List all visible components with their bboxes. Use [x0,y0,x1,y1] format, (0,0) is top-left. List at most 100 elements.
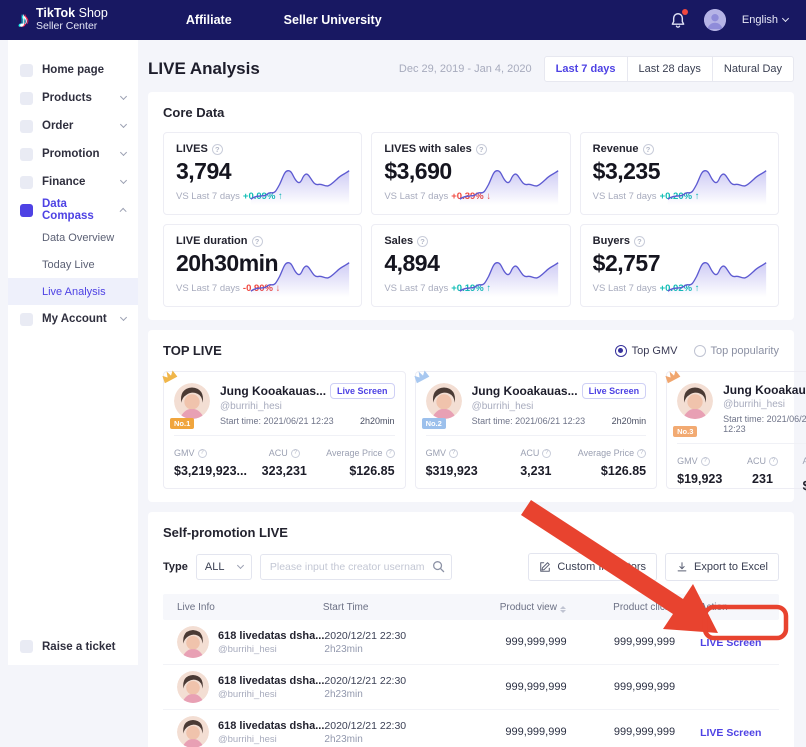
start-time: Start time: 2021/06/21 12:23 [220,416,334,426]
top-nav: Affiliate Seller University [186,13,382,27]
top-live-panel: TOP LIVE Top GMV Top popularity [148,330,794,502]
creator-avatar [677,383,713,419]
creator-avatar [177,671,209,703]
sparkline-chart [458,250,560,297]
live-duration: 2h23min [324,734,467,745]
language-selector[interactable]: English [742,14,788,26]
help-icon[interactable] [212,144,223,155]
order-icon [20,120,33,133]
average-price-value: $126.85 [791,479,806,493]
column-live-info: Live Info [177,602,323,613]
acu-value: 231 [734,472,791,486]
top-live-card-1: No.1 Jung Kooakauas... Live Screen @burr… [163,371,406,489]
creator-handle: @burrihi_hesi [218,734,324,745]
user-avatar[interactable] [704,9,726,31]
logo-product: Shop [79,6,108,20]
live-duration: 2h23min [324,644,467,655]
radio-top-gmv[interactable]: Top GMV [615,345,678,357]
type-select[interactable]: ALL [196,554,252,580]
help-icon[interactable] [701,457,710,466]
sidebar-item-promotion[interactable]: Promotion [8,140,138,168]
live-name: 618 livedatas dsha... [218,675,324,687]
logo-subtitle: Seller Center [36,21,108,33]
creator-handle: @burrihi_hesi [723,399,806,410]
help-icon[interactable] [637,449,646,458]
live-duration: 2h20min [612,416,647,426]
date-range-label: Dec 29, 2019 - Jan 4, 2020 [399,63,532,75]
live-screen-button[interactable]: Live Screen [582,383,647,399]
help-icon[interactable] [643,144,654,155]
date-range-buttons: Last 7 days Last 28 days Natural Day [544,56,794,82]
metric-card-buyers: Buyers $2,757 VS Last 7 days +0.02% ↑ [580,224,779,307]
self-promotion-title: Self-promotion LIVE [163,525,779,540]
metric-card-lives-with-sales: LIVES with sales $3,690 VS Last 7 days +… [371,132,570,215]
account-icon [20,313,33,326]
creator-name: Jung Kooakauas... [220,384,326,398]
range-natural-day-button[interactable]: Natural Day [713,56,794,82]
help-icon[interactable] [198,449,207,458]
core-data-panel: Core Data LIVES 3,794 VS Last 7 days +0.… [148,92,794,320]
column-product-view: Product view [467,602,566,613]
radio-top-popularity[interactable]: Top popularity [694,345,780,357]
language-label: English [742,14,778,26]
sidebar-item-data-overview[interactable]: Data Overview [8,224,138,251]
help-icon[interactable] [386,449,395,458]
raise-ticket-button[interactable]: Raise a ticket [20,640,116,653]
help-icon[interactable] [769,457,778,466]
help-icon[interactable] [449,449,458,458]
tiktok-shop-logo[interactable]: ♪ TikTok Shop Seller Center [18,7,108,32]
sidebar-item-today-live[interactable]: Today Live [8,251,138,278]
chevron-down-icon [120,314,127,321]
creator-avatar [174,383,210,419]
search-icon[interactable] [432,560,445,573]
rank-badge: No.1 [170,418,194,429]
help-icon[interactable] [417,236,428,247]
gmv-value: $3,219,923... [174,464,248,478]
help-icon[interactable] [476,144,487,155]
sidebar-item-products[interactable]: Products [8,84,138,112]
main-content: LIVE Analysis Dec 29, 2019 - Jan 4, 2020… [148,40,794,747]
creator-handle: @burrihi_hesi [218,644,324,655]
creator-name: Jung Kooakaua Slove [723,383,806,397]
sidebar-item-data-compass[interactable]: Data Compass [8,196,138,224]
core-data-title: Core Data [163,105,779,120]
nav-affiliate[interactable]: Affiliate [186,13,232,27]
ticket-icon [20,640,33,653]
sidebar-item-finance[interactable]: Finance [8,168,138,196]
average-price-value: $126.85 [573,464,647,478]
chevron-down-icon [120,149,127,156]
help-icon[interactable] [252,236,263,247]
notification-bell-icon[interactable] [668,10,688,30]
live-duration: 2h23min [324,689,467,700]
range-last-28-days-button[interactable]: Last 28 days [628,56,713,82]
edit-icon [539,561,551,573]
acu-value: 3,231 [499,464,573,478]
help-icon[interactable] [634,236,645,247]
live-duration: 2h20min [360,416,395,426]
sidebar-item-my-account[interactable]: My Account [8,305,138,333]
creator-search-input[interactable] [260,554,452,580]
live-name: 618 livedatas dsha... [218,630,324,642]
product-view-value: 999,999,999 [468,726,567,738]
custom-indicators-button[interactable]: Custom Indicators [528,553,657,581]
range-last-7-days-button[interactable]: Last 7 days [544,56,628,82]
sparkline-chart [249,158,351,205]
sidebar-item-home-page[interactable]: Home page [8,56,138,84]
start-time: 2020/12/21 22:30 [324,675,467,687]
sparkline-chart [458,158,560,205]
creator-handle: @burrihi_hesi [218,689,324,700]
nav-seller-university[interactable]: Seller University [284,13,382,27]
sidebar-item-order[interactable]: Order [8,112,138,140]
live-screen-link[interactable]: LIVE Screen [700,727,761,739]
live-screen-button[interactable]: Live Screen [330,383,395,399]
finance-icon [20,176,33,189]
live-screen-link[interactable]: LIVE Screen [700,637,761,649]
help-icon[interactable] [291,449,300,458]
export-to-excel-button[interactable]: Export to Excel [665,553,779,581]
table-row: 618 livedatas dsha... @burrihi_hesi 2020… [163,710,779,747]
help-icon[interactable] [542,449,551,458]
column-start-time: Start Time [323,602,467,613]
start-time: Start time: 2021/06/21 12:23 [723,414,806,434]
live-name: 618 livedatas dsha... [218,720,324,732]
sidebar-item-live-analysis[interactable]: Live Analysis [8,278,138,305]
